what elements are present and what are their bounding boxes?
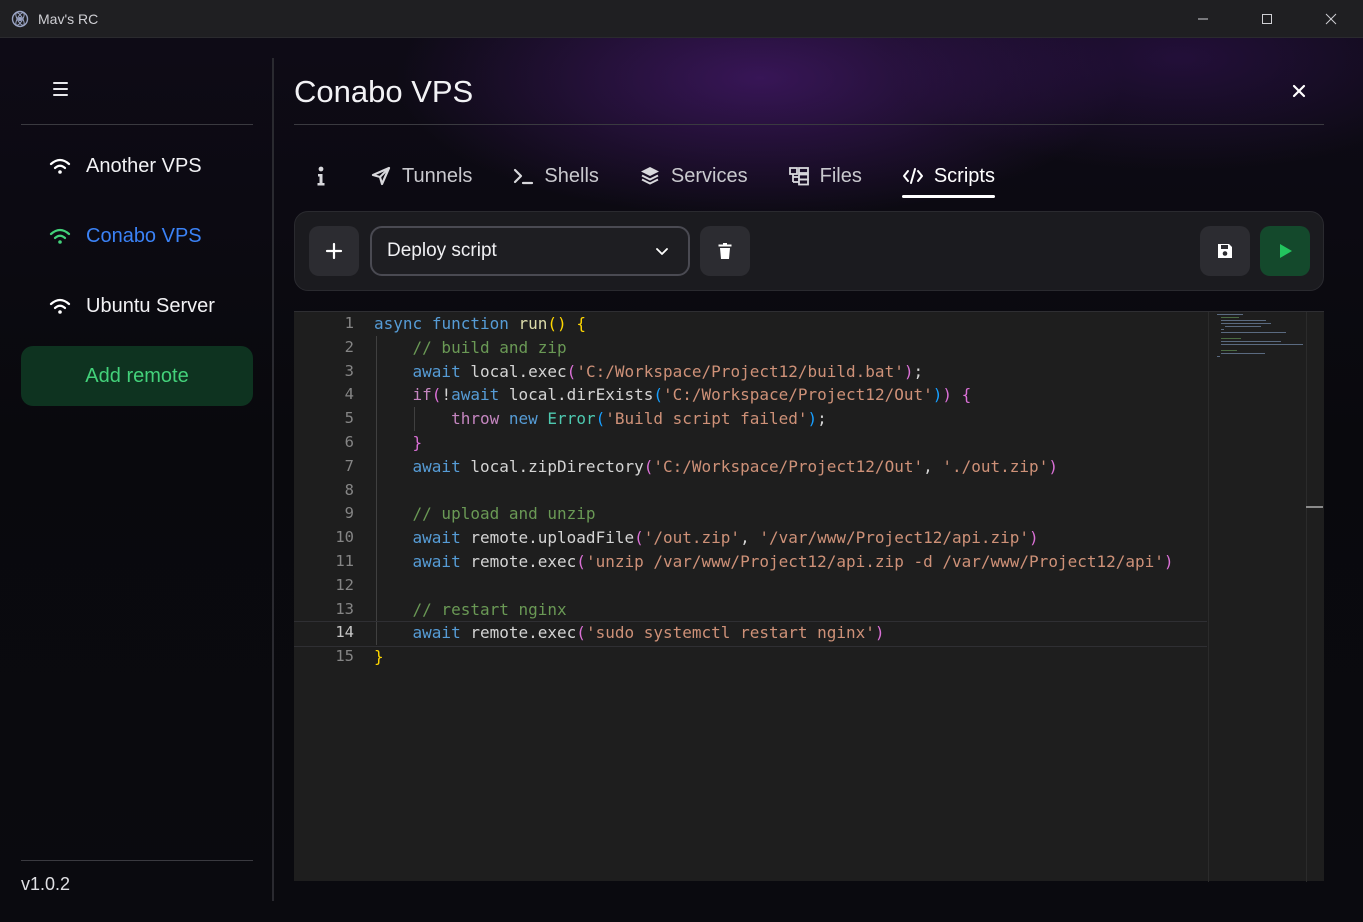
remote-item-another-vps[interactable]: Another VPS	[48, 151, 202, 181]
wifi-icon	[48, 225, 74, 247]
info-icon	[310, 165, 332, 187]
script-select-value: Deploy script	[387, 240, 497, 261]
tab-info[interactable]	[310, 156, 332, 196]
code-line: throw new Error('Build script failed');	[451, 409, 827, 429]
code-line: // upload and unzip	[412, 504, 596, 524]
app-body: Another VPS Conabo VPS Ubuntu Server Add…	[0, 38, 1363, 922]
code-area[interactable]: async function run() { // build and zip …	[294, 312, 1207, 669]
tab-bar: Tunnels Shells Services Files Scripts	[310, 156, 1035, 198]
sidebar-divider	[21, 860, 253, 861]
remote-label: Ubuntu Server	[86, 294, 215, 317]
line-number: 2	[344, 337, 354, 356]
tab-services[interactable]: Services	[639, 156, 748, 196]
save-icon	[1218, 244, 1232, 258]
add-script-button[interactable]	[309, 226, 359, 276]
code-icon	[902, 165, 924, 187]
tab-scripts[interactable]: Scripts	[901, 156, 996, 198]
tunnels-icon	[370, 165, 392, 187]
code-line: }	[374, 647, 384, 667]
line-number: 11	[335, 551, 354, 570]
tab-label: Files	[819, 164, 862, 187]
menu-icon[interactable]	[50, 78, 72, 100]
line-number-gutter: 1 2 3 4 5 6 7 8 9 10 11 12 13 14 15	[294, 312, 354, 669]
sidebar-separator	[272, 58, 274, 901]
delete-script-button[interactable]	[700, 226, 750, 276]
scrollbar-cursor-marker	[1306, 506, 1323, 508]
line-number: 7	[344, 456, 354, 475]
terminal-icon	[512, 165, 534, 187]
page-title: Conabo VPS	[294, 74, 474, 109]
app-logo-icon	[11, 10, 29, 28]
code-line: await local.zipDirectory('C:/Workspace/P…	[412, 456, 1058, 476]
line-number: 8	[344, 480, 354, 499]
remote-item-ubuntu-server[interactable]: Ubuntu Server	[48, 291, 215, 321]
script-toolbar: Deploy script	[294, 211, 1324, 291]
tab-shells[interactable]: Shells	[512, 156, 599, 196]
wifi-icon	[48, 295, 74, 317]
plus-icon	[325, 242, 343, 260]
code-line: await local.exec('C:/Workspace/Project12…	[412, 361, 924, 381]
script-select[interactable]: Deploy script	[370, 226, 690, 276]
line-number: 1	[344, 314, 354, 332]
line-number: 10	[335, 528, 354, 547]
wifi-icon	[48, 155, 74, 177]
title-bar: Mav's RC	[0, 0, 1363, 38]
sidebar: Another VPS Conabo VPS Ubuntu Server Add…	[0, 38, 273, 922]
code-line: await remote.uploadFile('/out.zip', '/va…	[412, 528, 1039, 548]
code-line: await remote.exec('unzip /var/www/Projec…	[412, 551, 1174, 571]
line-number: 6	[344, 432, 354, 451]
code-line: if(!await local.dirExists('C:/Workspace/…	[412, 385, 972, 405]
line-number: 15	[335, 647, 354, 666]
line-number: 4	[344, 385, 354, 404]
minimap[interactable]	[1208, 312, 1306, 882]
add-remote-button[interactable]: Add remote	[21, 346, 253, 406]
window-title: Mav's RC	[38, 10, 99, 27]
code-line: // build and zip	[412, 337, 567, 357]
maximize-button[interactable]	[1235, 0, 1299, 38]
code-line-current: await remote.exec('sudo systemctl restar…	[294, 621, 1207, 647]
version-label: v1.0.2	[21, 874, 71, 894]
tab-files[interactable]: Files	[788, 156, 862, 196]
sidebar-divider	[21, 124, 253, 125]
vertical-scrollbar[interactable]	[1306, 312, 1324, 882]
remote-label: Conabo VPS	[86, 224, 202, 247]
remote-label: Another VPS	[86, 154, 202, 177]
play-icon	[1280, 244, 1292, 258]
code-line: async function run() {	[374, 314, 586, 333]
tab-label: Tunnels	[402, 164, 473, 187]
code-line: // restart nginx	[412, 599, 567, 619]
tab-label: Services	[670, 164, 748, 187]
save-script-button[interactable]	[1200, 226, 1250, 276]
trash-icon	[718, 243, 732, 259]
line-number: 3	[344, 361, 354, 380]
minimize-button[interactable]	[1171, 0, 1235, 38]
tab-label: Shells	[544, 164, 599, 187]
tab-label: Scripts	[933, 164, 995, 187]
files-icon	[788, 165, 810, 187]
run-script-button[interactable]	[1260, 226, 1310, 276]
chevron-down-icon	[656, 248, 668, 255]
close-icon[interactable]	[1288, 80, 1310, 102]
close-window-button[interactable]	[1299, 0, 1363, 38]
line-number: 12	[335, 575, 354, 594]
remote-item-conabo-vps[interactable]: Conabo VPS	[48, 221, 202, 251]
tab-tunnels[interactable]: Tunnels	[370, 156, 472, 196]
code-editor[interactable]: 1 2 3 4 5 6 7 8 9 10 11 12 13 14 15 asyn…	[294, 311, 1324, 882]
code-line: }	[412, 432, 423, 452]
line-number: 5	[344, 409, 354, 428]
layers-icon	[639, 165, 661, 187]
header-divider	[294, 124, 1324, 125]
line-number: 9	[344, 504, 354, 523]
line-number: 13	[335, 599, 354, 618]
